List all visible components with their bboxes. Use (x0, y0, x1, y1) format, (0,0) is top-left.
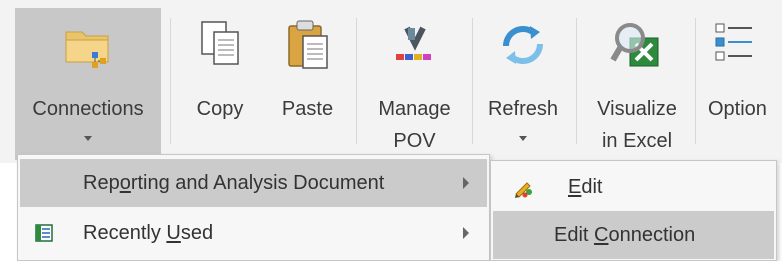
reporting-submenu: Edit Edit Connection (490, 160, 777, 261)
visualize-label-line2: in Excel (601, 130, 673, 152)
document-list-icon (35, 224, 53, 242)
refresh-label: Refresh (487, 98, 559, 120)
refresh-button[interactable]: Refresh (477, 8, 569, 160)
chevron-down-icon (519, 136, 527, 141)
copy-icon (201, 21, 239, 65)
copy-label: Copy (196, 98, 244, 120)
manage-pov-icon (395, 26, 431, 60)
options-button[interactable]: Option (700, 8, 782, 160)
connections-label: Connections (32, 98, 144, 120)
manage-pov-button[interactable]: Manage POV (362, 8, 467, 160)
connections-menu: Reporting and Analysis Document Recently… (17, 154, 490, 261)
visualize-label-line1: Visualize (597, 98, 677, 120)
chevron-right-icon (463, 177, 469, 189)
manage-pov-label-line1: Manage (378, 98, 451, 120)
menu-item-reporting-and-analysis-document[interactable]: Reporting and Analysis Document (20, 159, 487, 207)
copy-button[interactable]: Copy (182, 8, 258, 160)
paste-icon (287, 20, 328, 69)
visualize-excel-icon (610, 23, 659, 67)
separator (356, 18, 357, 144)
ribbon: Connections Copy Paste Manage POV Refres… (0, 0, 782, 163)
menu-item-recently-used[interactable]: Recently Used (20, 209, 487, 257)
manage-pov-label-line2: POV (393, 130, 436, 152)
submenu-item-edit-connection[interactable]: Edit Connection (493, 211, 774, 259)
submenu-item-label: Edit (568, 176, 603, 198)
options-label: Option (708, 98, 767, 120)
separator (695, 18, 696, 144)
submenu-item-label: Edit Connection (554, 224, 696, 246)
chevron-right-icon (463, 227, 469, 239)
submenu-item-edit[interactable]: Edit (493, 163, 774, 211)
connections-button[interactable]: Connections (15, 8, 161, 160)
refresh-icon (502, 25, 544, 65)
separator (170, 18, 171, 144)
menu-item-label: Recently Used (83, 222, 214, 244)
separator (576, 18, 577, 144)
folder-connections-icon (65, 31, 109, 68)
paste-label: Paste (281, 98, 334, 120)
menu-item-label: Reporting and Analysis Document (83, 172, 385, 194)
edit-icon (515, 182, 532, 198)
paste-button[interactable]: Paste (265, 8, 350, 160)
visualize-in-excel-button[interactable]: Visualize in Excel (584, 8, 690, 160)
chevron-down-icon (84, 136, 92, 141)
options-list-icon (715, 23, 752, 61)
separator (472, 18, 473, 144)
